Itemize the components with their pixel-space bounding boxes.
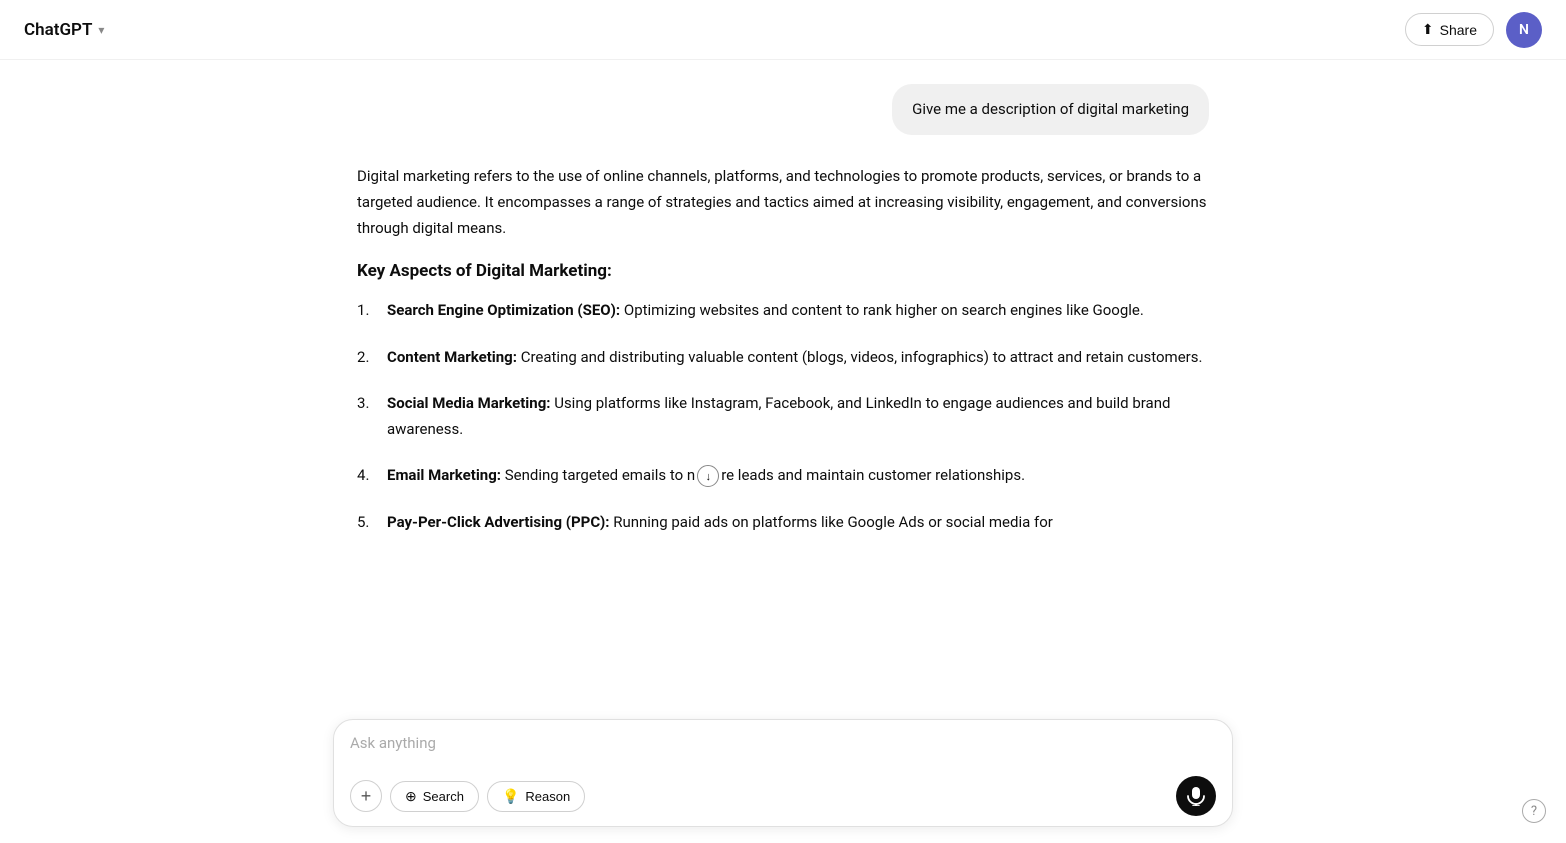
main-content: Give me a description of digital marketi… [0, 60, 1566, 843]
app-title: ChatGPT [24, 20, 92, 40]
list-item-content: Email Marketing: Sending targeted emails… [387, 462, 1025, 488]
list-item: Email Marketing: Sending targeted emails… [357, 462, 1209, 488]
list-item-text: Creating and distributing valuable conte… [521, 348, 1203, 366]
list-item-text: Sending targeted emails to n [505, 466, 695, 484]
header: ChatGPT ▾ ⬆ Share N [0, 0, 1566, 60]
globe-icon: ⊕ [405, 788, 417, 805]
user-message-wrapper: Give me a description of digital marketi… [357, 84, 1209, 135]
voice-button[interactable] [1176, 776, 1216, 816]
list-item-bold: Email Marketing: [387, 466, 501, 484]
input-tools-left: + ⊕ Search 💡 Reason [350, 780, 585, 812]
plus-icon: + [361, 786, 372, 807]
header-left: ChatGPT ▾ [24, 20, 104, 40]
avatar-letter: N [1519, 22, 1529, 38]
list-item: Content Marketing: Creating and distribu… [357, 344, 1209, 370]
list-item-bold: Social Media Marketing: [387, 394, 550, 412]
avatar[interactable]: N [1506, 12, 1542, 48]
chat-input[interactable] [350, 734, 1216, 762]
help-icon[interactable]: ? [1522, 799, 1546, 823]
ai-list: Search Engine Optimization (SEO): Optimi… [357, 297, 1209, 488]
list-item-content: Search Engine Optimization (SEO): Optimi… [387, 297, 1144, 323]
list-item-text: Optimizing websites and content to rank … [624, 301, 1144, 319]
share-upload-icon: ⬆ [1422, 21, 1434, 38]
user-message: Give me a description of digital marketi… [892, 84, 1209, 135]
list-item-bold: Content Marketing: [387, 348, 517, 366]
add-button[interactable]: + [350, 780, 382, 812]
partial-content: Pay-Per-Click Advertising (PPC): Running… [387, 509, 1053, 535]
search-button[interactable]: ⊕ Search [390, 781, 479, 812]
partial-bold: Pay-Per-Click Advertising (PPC): [387, 513, 609, 531]
list-item: Social Media Marketing: Using platforms … [357, 390, 1209, 443]
reason-label: Reason [525, 789, 570, 804]
share-button[interactable]: ⬆ Share [1405, 13, 1494, 46]
lightbulb-icon: 💡 [502, 788, 519, 805]
scroll-indicator-inline: ↓ [697, 465, 719, 487]
input-toolbar: + ⊕ Search 💡 Reason [350, 776, 1216, 816]
list-item-bold: Search Engine Optimization (SEO): [387, 301, 620, 319]
chat-container: Give me a description of digital marketi… [333, 84, 1233, 555]
input-container: + ⊕ Search 💡 Reason [333, 719, 1233, 827]
list-item-text-cont: re leads and maintain customer relations… [721, 466, 1025, 484]
partial-list-item-5: Pay-Per-Click Advertising (PPC): Running… [357, 509, 1209, 535]
microphone-icon [1187, 786, 1205, 806]
reason-button[interactable]: 💡 Reason [487, 781, 585, 812]
input-area: + ⊕ Search 💡 Reason [0, 707, 1566, 843]
ai-heading: Key Aspects of Digital Marketing: [357, 261, 1209, 281]
list-item-content: Content Marketing: Creating and distribu… [387, 344, 1202, 370]
search-label: Search [423, 789, 464, 804]
share-label: Share [1440, 22, 1477, 38]
chevron-down-icon[interactable]: ▾ [98, 23, 104, 37]
partial-text: Running paid ads on platforms like Googl… [613, 513, 1053, 531]
header-right: ⬆ Share N [1405, 12, 1542, 48]
ai-intro-text: Digital marketing refers to the use of o… [357, 163, 1209, 242]
list-item-content: Social Media Marketing: Using platforms … [387, 390, 1209, 443]
list-item: Search Engine Optimization (SEO): Optimi… [357, 297, 1209, 323]
ai-response: Digital marketing refers to the use of o… [357, 163, 1209, 535]
